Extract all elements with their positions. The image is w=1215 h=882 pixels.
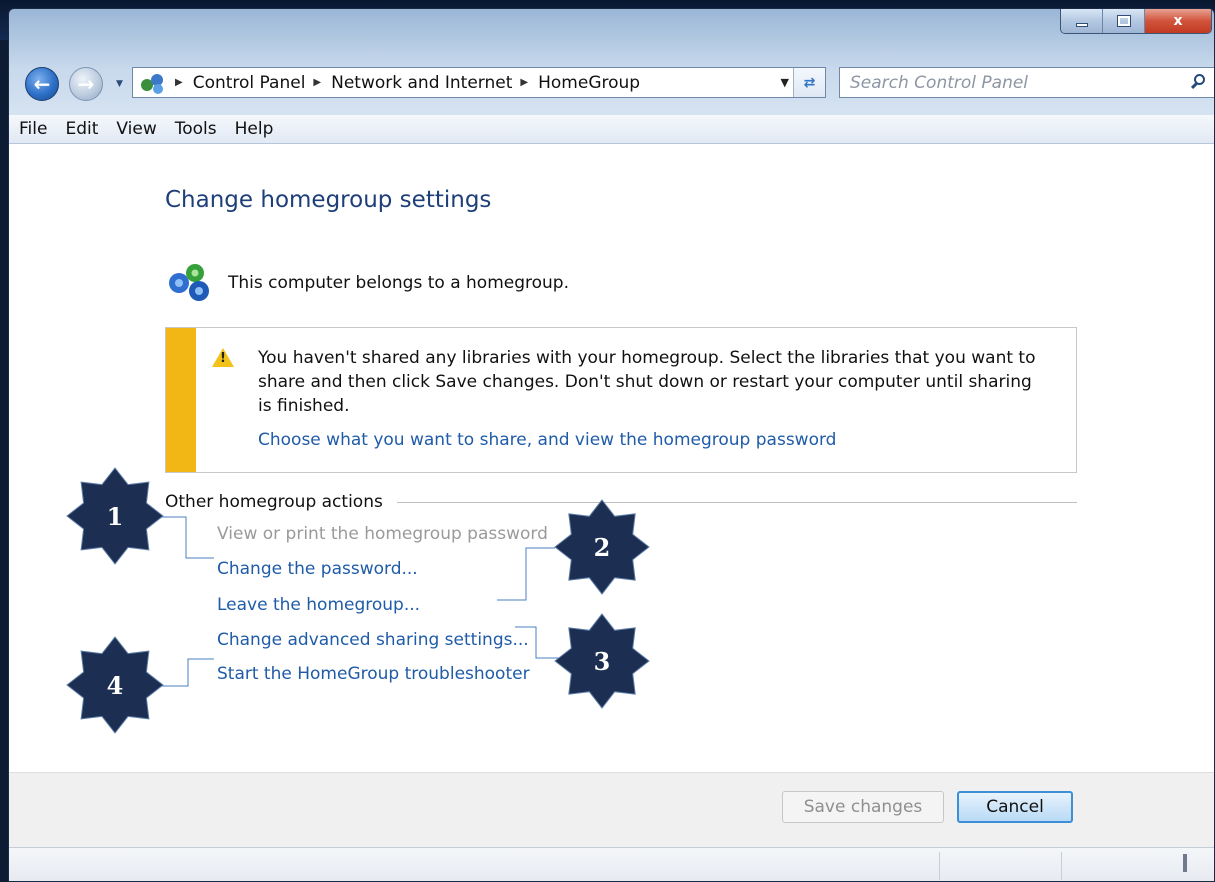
view-print-password-link: View or print the homegroup password [217,524,548,544]
status-divider [1061,852,1062,880]
warning-line-2: share and then click Save changes. Don't… [258,372,1032,392]
warning-message: You haven't shared any libraries with yo… [258,346,1048,418]
change-password-link[interactable]: Change the password... [217,559,418,579]
control-panel-window: x ← → ▼ ▶ Control Panel ▶ Network and In… [8,8,1215,882]
status-bar [9,847,1214,881]
warning-icon-mark: ! [220,351,226,366]
forward-button[interactable]: → [69,67,103,101]
homegroup-icon [165,261,217,303]
callout-4-number: 4 [106,671,124,700]
maximize-button[interactable] [1103,9,1145,33]
warning-bar [166,328,196,472]
minimize-button[interactable] [1061,9,1103,33]
close-icon: x [1173,13,1183,29]
address-bar[interactable]: ▶ Control Panel ▶ Network and Internet ▶… [132,67,826,98]
callout-2-number: 2 [593,533,611,562]
forward-arrow-icon: → [77,72,95,96]
troubleshooter-link[interactable]: Start the HomeGroup troubleshooter [217,664,530,684]
menu-bar: File Edit View Tools Help [9,115,1214,144]
breadcrumb-separator-icon: ▶ [175,77,183,88]
warning-line-1: You haven't shared any libraries with yo… [258,348,1036,368]
breadcrumb-separator-icon: ▶ [313,77,322,88]
menu-edit[interactable]: Edit [56,119,107,139]
cancel-button[interactable]: Cancel [957,791,1073,823]
search-box[interactable]: Search Control Panel [839,67,1214,98]
breadcrumb-separator-icon: ▶ [520,77,529,88]
title-bar[interactable]: x [9,9,1214,63]
advanced-sharing-link[interactable]: Change advanced sharing settings... [217,630,529,650]
choose-share-link[interactable]: Choose what you want to share, and view … [258,430,836,450]
save-changes-button: Save changes [782,791,944,823]
callout-3-number: 3 [593,647,611,676]
leave-homegroup-link[interactable]: Leave the homegroup... [217,595,420,615]
warning-notice: ! You haven't shared any libraries with … [165,327,1077,473]
window-controls: x [1060,9,1212,34]
breadcrumb-control-panel[interactable]: Control Panel [193,73,306,93]
callout-1-number: 1 [106,502,124,531]
content-pane: Change homegroup settings This computer … [9,144,1214,772]
resize-grip-icon[interactable] [1183,854,1187,872]
back-arrow-icon: ← [33,72,51,96]
maximize-icon [1116,15,1131,27]
breadcrumb-network-and-internet[interactable]: Network and Internet [331,73,512,93]
refresh-icon: ⇄ [803,74,816,91]
membership-status: This computer belongs to a homegroup. [228,273,569,293]
address-dropdown-icon[interactable]: ▼ [781,76,789,89]
minimize-icon [1075,23,1088,27]
refresh-button[interactable]: ⇄ [793,68,825,97]
status-divider [939,852,940,880]
recent-pages-dropdown[interactable]: ▼ [116,79,123,89]
menu-tools[interactable]: Tools [166,119,226,139]
breadcrumb-homegroup[interactable]: HomeGroup [538,73,640,93]
control-panel-icon [139,71,167,95]
search-icon[interactable] [1190,74,1206,92]
menu-view[interactable]: View [107,119,165,139]
back-button[interactable]: ← [25,67,59,101]
menu-file[interactable]: File [9,119,56,139]
close-button[interactable]: x [1145,9,1211,33]
navigation-row: ← → ▼ ▶ Control Panel ▶ Network and Inte… [9,63,1214,115]
search-input[interactable]: Search Control Panel [850,73,1028,93]
other-actions-heading: Other homegroup actions [165,492,397,512]
menu-help[interactable]: Help [226,119,283,139]
warning-line-3: is finished. [258,396,350,416]
dialog-footer: Save changes Cancel [9,772,1214,847]
page-title: Change homegroup settings [165,187,492,213]
